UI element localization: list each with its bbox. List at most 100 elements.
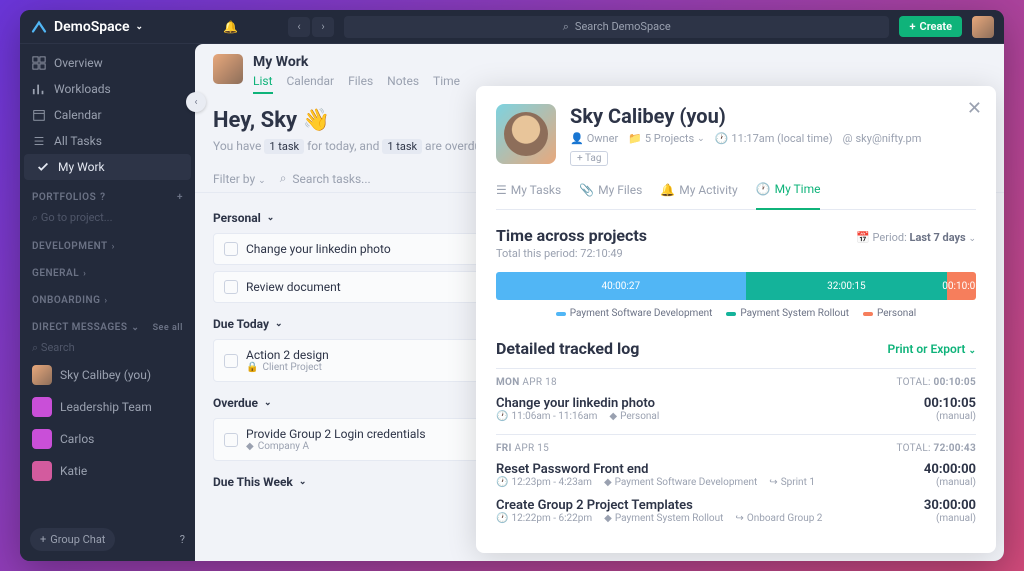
log-entry-manual: (manual) [924,477,976,488]
at-icon: @ [843,132,853,145]
chevron-right-icon: › [104,296,107,306]
profile-avatar [496,104,556,164]
chevron-down-icon: ⌄ [299,477,307,487]
add-tag-button[interactable]: + Tag [570,151,608,166]
bar-segment-dev[interactable]: 40:00:27 [496,272,746,300]
workspace-name: DemoSpace [54,19,130,35]
entry-time: 🕐12:23pm - 4:23am [496,477,592,488]
period-selector[interactable]: 📅 Period: Last 7 days ⌄ [856,231,976,244]
overdue-count-chip: 1 task [382,139,422,154]
direct-messages-header: DIRECT MESSAGES ⌄ See all [20,310,195,337]
log-entry[interactable]: Create Group 2 Project Templates 🕐12:22p… [496,490,976,526]
dm-carlos[interactable]: Carlos [20,423,195,455]
log-dow: FRI [496,443,512,454]
folder-icon: ◆ [604,513,612,524]
sidebar-item-calendar[interactable]: Calendar [20,102,195,128]
clock-icon: 🕐 [496,477,508,488]
go-to-project[interactable]: ⌕ Go to project... [20,207,195,229]
dm-label: Carlos [60,432,94,446]
tab-my-activity[interactable]: 🔔My Activity [660,182,737,209]
notifications-icon[interactable]: 🔔 [223,20,238,34]
sidebar-item-workloads[interactable]: Workloads [20,76,195,102]
entry-time: 🕐12:22pm - 6:22pm [496,513,592,524]
plus-icon: + [909,20,915,33]
group-development[interactable]: DEVELOPMENT › [20,229,195,256]
profile-panel: ✕ Sky Calibey (you) 👤Owner 📁5 Projects⌄ … [476,86,996,553]
user-avatar[interactable] [972,16,994,38]
clock-icon: 🕐 [715,132,729,145]
help-icon[interactable]: ? [100,192,105,203]
nav-back-button[interactable]: ‹ [288,17,310,37]
chevron-down-icon: ⌄ [697,134,705,144]
nav-forward-button[interactable]: › [312,17,334,37]
bell-icon: 🔔 [660,183,675,203]
checkbox[interactable] [224,354,238,368]
search-icon: ⌕ [32,341,38,354]
log-day-total: 72:00:43 [934,443,976,454]
chevron-down-icon[interactable]: ⌄ [131,323,139,333]
export-button[interactable]: Print or Export ⌄ [888,342,977,356]
folder-icon: ◆ [246,441,254,452]
tab-files[interactable]: Files [348,74,373,94]
email[interactable]: @sky@nifty.pm [843,132,922,145]
task-project: Client Project [262,362,321,373]
create-button[interactable]: + Create [899,16,962,37]
bar-segment-rollout[interactable]: 32:00:15 [746,272,948,300]
portfolios-header: PORTFOLIOS ? + [20,180,195,207]
avatar [32,397,52,417]
task-search[interactable]: ⌕Search tasks... [280,171,371,186]
tab-list[interactable]: List [253,74,273,94]
add-portfolio-button[interactable]: + [177,192,183,203]
help-icon[interactable]: ? [180,533,185,546]
tab-my-time[interactable]: 🕐My Time [756,182,821,210]
dm-katie[interactable]: Katie [20,455,195,487]
dm-search[interactable]: ⌕ Search [20,337,195,359]
log-date: APR 18 [522,377,557,388]
bar-segment-personal[interactable]: 00:10:05 [947,272,976,300]
checkbox[interactable] [224,433,238,447]
sidebar-item-my-work[interactable]: My Work [24,154,191,180]
tab-calendar[interactable]: Calendar [287,74,335,94]
dm-sky[interactable]: Sky Calibey (you) [20,359,195,391]
sidebar-item-overview[interactable]: Overview [20,50,195,76]
workspace-switcher[interactable]: DemoSpace ⌄ [30,18,143,36]
see-all-link[interactable]: See all [153,323,183,333]
folder-icon: ◆ [604,477,612,488]
sidebar-item-all-tasks[interactable]: All Tasks [20,128,195,154]
tab-my-files[interactable]: 📎My Files [579,182,642,209]
link-icon: ↪ [735,513,743,524]
dm-leadership[interactable]: Leadership Team [20,391,195,423]
search-icon: ⌕ [32,211,38,224]
tab-time[interactable]: Time [433,74,460,94]
group-onboarding[interactable]: ONBOARDING › [20,283,195,310]
log-entry[interactable]: Change your linkedin photo 🕐11:06am - 11… [496,388,976,424]
checkbox[interactable] [224,242,238,256]
filter-button[interactable]: Filter by ⌄ [213,172,266,186]
sidebar-collapse-button[interactable]: ‹ [186,92,206,112]
entry-time: 🕐11:06am - 11:16am [496,411,597,422]
dm-label: Katie [60,464,87,478]
sidebar-item-label: All Tasks [54,134,102,148]
chevron-down-icon: ⌄ [968,234,976,244]
grid-icon [32,56,46,70]
projects-count[interactable]: 📁5 Projects⌄ [628,132,705,145]
sidebar-footer: +Group Chat ? [20,518,195,561]
tab-my-tasks[interactable]: ☰My Tasks [496,182,561,209]
chevron-right-icon: › [83,269,86,279]
search-placeholder: Search DemoSpace [575,20,671,33]
global-search[interactable]: ⌕ Search DemoSpace [344,16,889,38]
tab-notes[interactable]: Notes [387,74,419,94]
time-bar-chart: 40:00:27 32:00:15 00:10:05 [496,272,976,300]
dm-label: Leadership Team [60,400,152,414]
checkbox[interactable] [224,280,238,294]
time-section-title: Time across projects [496,226,647,245]
folder-icon: ◆ [609,411,617,422]
calendar-icon: 📅 [856,231,870,244]
close-button[interactable]: ✕ [967,98,982,119]
log-entry-title: Reset Password Front end [496,462,815,477]
group-general[interactable]: GENERAL › [20,256,195,283]
log-entry[interactable]: Reset Password Front end 🕐12:23pm - 4:23… [496,454,976,490]
chart-icon [32,82,46,96]
group-chat-button[interactable]: +Group Chat [30,528,115,551]
clock-icon: 🕐 [496,411,508,422]
